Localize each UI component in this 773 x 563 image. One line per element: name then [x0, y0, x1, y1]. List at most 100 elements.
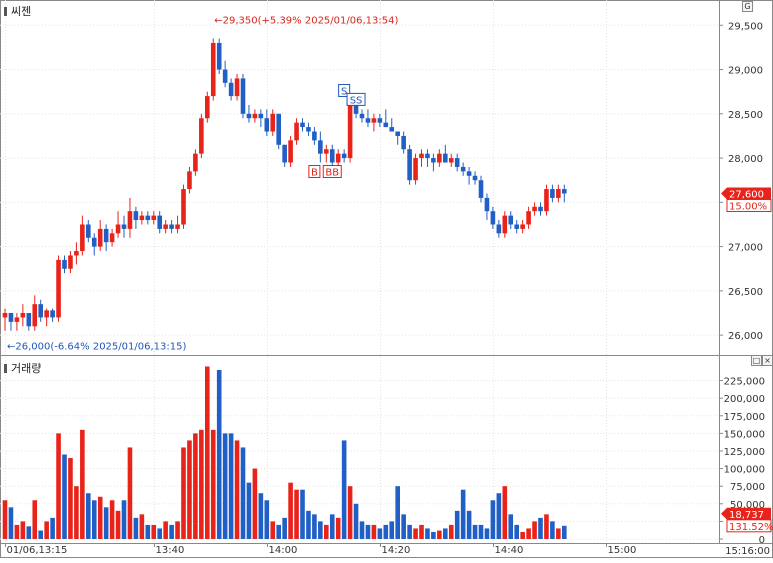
volume-bar: [329, 514, 335, 539]
volume-bar: [419, 524, 424, 539]
candle-body: [115, 224, 121, 234]
chart-canvas: 26,00026,50027,00027,50028,00028,50029,0…: [0, 0, 773, 558]
volume-bar: [556, 528, 561, 539]
volume-bar: [8, 507, 14, 539]
stock-name: 씨젠: [11, 5, 32, 18]
candle-body: [133, 211, 139, 221]
volume-bar: [353, 503, 359, 539]
volume-bar: [425, 528, 430, 539]
candle-body: [341, 153, 347, 159]
time-tick-label: 14:40: [495, 545, 524, 556]
candle-body: [20, 313, 26, 318]
volume-bar: [26, 526, 32, 539]
signal-label: S: [341, 87, 347, 98]
candle-body: [347, 104, 353, 159]
candle-body: [318, 140, 323, 154]
stock-chart: 26,00026,50027,00027,50028,00028,50029,0…: [0, 0, 773, 559]
volume-bar: [282, 517, 287, 539]
volume-bar: [32, 500, 38, 539]
volume-bar: [86, 493, 91, 539]
volume-bar: [514, 524, 519, 539]
candle-body: [324, 149, 329, 154]
volume-bar: [127, 447, 133, 539]
candle-body: [448, 158, 454, 163]
volume-tick-label: 175,000: [724, 412, 765, 423]
volume-close-button[interactable]: ×: [762, 355, 773, 366]
volume-bar: [252, 468, 258, 539]
volume-bar: [413, 528, 418, 539]
price-pane-title: 씨젠: [4, 3, 31, 19]
volume-bar: [508, 514, 514, 539]
price-tick-label: 29,500: [728, 21, 763, 32]
pane-marker-icon: [4, 7, 7, 16]
candle-body: [56, 259, 61, 318]
candle-body: [222, 69, 228, 83]
volume-bar: [538, 517, 543, 539]
candle-body: [508, 215, 514, 225]
candle-body: [38, 304, 43, 318]
current-price-label: 27,600: [729, 189, 764, 200]
candle-body: [544, 189, 549, 212]
candle-body: [425, 153, 430, 159]
volume-bar: [300, 489, 305, 539]
time-tick-label: 14:00: [269, 545, 298, 556]
volume-bar: [151, 524, 157, 539]
volume-bar: [562, 525, 567, 539]
candle-body: [91, 237, 97, 247]
volume-bar: [68, 458, 73, 539]
volume-bar: [80, 429, 85, 539]
volume-bar: [62, 454, 67, 539]
volume-maximize-button[interactable]: □: [751, 355, 762, 366]
price-pane-button[interactable]: G: [742, 1, 753, 12]
candle-body: [246, 113, 252, 119]
candle-body: [252, 113, 258, 119]
candle-body: [199, 118, 204, 154]
candle-body: [8, 313, 14, 322]
current-volume-label: 18,737: [729, 510, 764, 521]
candle-body: [86, 224, 91, 238]
candle-body: [520, 224, 525, 229]
candle-body: [365, 118, 371, 123]
candle-body: [466, 171, 472, 176]
volume-bar: [264, 500, 270, 539]
volume-bar: [407, 524, 412, 539]
volume-bar: [234, 440, 240, 539]
candle-body: [282, 144, 287, 163]
volume-bar: [97, 496, 103, 539]
volume-bar: [550, 521, 555, 539]
candle-body: [329, 149, 335, 163]
candle-body: [68, 255, 73, 269]
volume-bar: [109, 500, 115, 539]
volume-bar: [359, 521, 365, 539]
volume-bar: [115, 510, 121, 539]
volume-bar: [38, 530, 43, 539]
candle-body: [306, 127, 311, 132]
candle-body: [383, 122, 389, 128]
candle-body: [371, 118, 377, 123]
volume-bar: [270, 521, 276, 539]
candle-body: [228, 82, 234, 97]
volume-bar: [472, 524, 478, 539]
volume-bar: [222, 433, 228, 539]
volume-bar: [371, 524, 377, 539]
candle-body: [556, 189, 561, 198]
candle-body: [478, 180, 484, 198]
time-tick-label: 14:20: [382, 545, 411, 556]
volume-bar: [288, 482, 293, 539]
price-tick-label: 27,000: [728, 243, 763, 254]
volume-bar: [2, 500, 8, 539]
volume-bar: [401, 514, 406, 539]
candle-body: [496, 224, 502, 234]
volume-bar: [318, 521, 323, 539]
volume-bar: [347, 486, 353, 539]
volume-bar: [443, 528, 448, 539]
candle-body: [538, 206, 543, 212]
volume-bar: [276, 524, 281, 539]
candle-body: [44, 310, 49, 318]
current-ratio-label: 131.52%: [729, 522, 773, 533]
volume-bar: [526, 528, 531, 539]
candle-body: [97, 228, 103, 247]
candle-body: [335, 153, 341, 163]
candle-body: [240, 78, 246, 114]
volume-bar: [484, 528, 490, 539]
